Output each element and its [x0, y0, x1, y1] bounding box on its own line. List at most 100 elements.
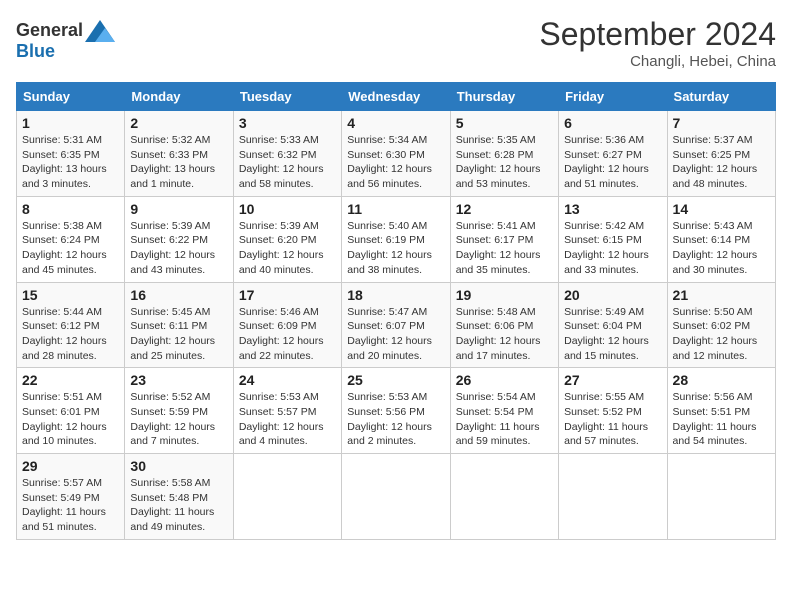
day-info: Sunrise: 5:48 AM Sunset: 6:06 PM Dayligh…	[456, 305, 553, 364]
day-number: 8	[22, 201, 119, 217]
day-info: Sunrise: 5:35 AM Sunset: 6:28 PM Dayligh…	[456, 133, 553, 192]
calendar-cell: 8 Sunrise: 5:38 AM Sunset: 6:24 PM Daylig…	[17, 196, 125, 282]
day-number: 14	[673, 201, 770, 217]
calendar-cell: 16 Sunrise: 5:45 AM Sunset: 6:11 PM Dayli…	[125, 282, 233, 368]
calendar-cell	[233, 454, 341, 540]
day-info: Sunrise: 5:52 AM Sunset: 5:59 PM Dayligh…	[130, 390, 227, 449]
day-number: 27	[564, 372, 661, 388]
day-info: Sunrise: 5:36 AM Sunset: 6:27 PM Dayligh…	[564, 133, 661, 192]
day-info: Sunrise: 5:58 AM Sunset: 5:48 PM Dayligh…	[130, 476, 227, 535]
day-info: Sunrise: 5:39 AM Sunset: 6:22 PM Dayligh…	[130, 219, 227, 278]
day-number: 29	[22, 458, 119, 474]
day-number: 21	[673, 287, 770, 303]
day-number: 18	[347, 287, 444, 303]
calendar-cell: 17 Sunrise: 5:46 AM Sunset: 6:09 PM Dayli…	[233, 282, 341, 368]
calendar-cell	[342, 454, 450, 540]
col-sunday: Sunday	[17, 83, 125, 111]
calendar-cell: 24Sunrise: 5:53 AM Sunset: 5:57 PM Dayli…	[233, 368, 341, 454]
day-number: 2	[130, 115, 227, 131]
day-info: Sunrise: 5:39 AM Sunset: 6:20 PM Dayligh…	[239, 219, 336, 278]
day-header-row: Sunday Monday Tuesday Wednesday Thursday…	[17, 83, 776, 111]
calendar-cell: 20 Sunrise: 5:49 AM Sunset: 6:04 PM Dayli…	[559, 282, 667, 368]
day-number: 28	[673, 372, 770, 388]
day-info: Sunrise: 5:50 AM Sunset: 6:02 PM Dayligh…	[673, 305, 770, 364]
day-number: 26	[456, 372, 553, 388]
calendar-cell: 23Sunrise: 5:52 AM Sunset: 5:59 PM Dayli…	[125, 368, 233, 454]
day-info: Sunrise: 5:31 AM Sunset: 6:35 PM Dayligh…	[22, 133, 119, 192]
day-number: 3	[239, 115, 336, 131]
calendar-cell: 18 Sunrise: 5:47 AM Sunset: 6:07 PM Dayli…	[342, 282, 450, 368]
calendar-cell: 19Sunrise: 5:48 AM Sunset: 6:06 PM Dayli…	[450, 282, 558, 368]
day-info: Sunrise: 5:43 AM Sunset: 6:14 PM Dayligh…	[673, 219, 770, 278]
day-info: Sunrise: 5:45 AM Sunset: 6:11 PM Dayligh…	[130, 305, 227, 364]
calendar-cell: 27Sunrise: 5:55 AM Sunset: 5:52 PM Dayli…	[559, 368, 667, 454]
calendar-cell: 6 Sunrise: 5:36 AM Sunset: 6:27 PM Daylig…	[559, 111, 667, 197]
col-thursday: Thursday	[450, 83, 558, 111]
calendar-cell: 25Sunrise: 5:53 AM Sunset: 5:56 PM Dayli…	[342, 368, 450, 454]
page-header: General Blue September 2024 Changli, Heb…	[16, 16, 776, 70]
calendar-cell: 9Sunrise: 5:39 AM Sunset: 6:22 PM Daylig…	[125, 196, 233, 282]
col-wednesday: Wednesday	[342, 83, 450, 111]
day-info: Sunrise: 5:44 AM Sunset: 6:12 PM Dayligh…	[22, 305, 119, 364]
title-area: September 2024 Changli, Hebei, China	[539, 16, 776, 70]
location-subtitle: Changli, Hebei, China	[539, 53, 776, 70]
day-number: 15	[22, 287, 119, 303]
day-number: 22	[22, 372, 119, 388]
logo-general: General	[16, 20, 83, 40]
calendar-table: Sunday Monday Tuesday Wednesday Thursday…	[16, 82, 776, 540]
calendar-cell: 7Sunrise: 5:37 AM Sunset: 6:25 PM Daylig…	[667, 111, 775, 197]
calendar-cell: 5 Sunrise: 5:35 AM Sunset: 6:28 PM Daylig…	[450, 111, 558, 197]
calendar-cell: 4 Sunrise: 5:34 AM Sunset: 6:30 PM Daylig…	[342, 111, 450, 197]
calendar-cell	[559, 454, 667, 540]
calendar-cell: 26 Sunrise: 5:54 AM Sunset: 5:54 PM Dayli…	[450, 368, 558, 454]
col-saturday: Saturday	[667, 83, 775, 111]
day-number: 17	[239, 287, 336, 303]
day-info: Sunrise: 5:41 AM Sunset: 6:17 PM Dayligh…	[456, 219, 553, 278]
day-info: Sunrise: 5:47 AM Sunset: 6:07 PM Dayligh…	[347, 305, 444, 364]
day-info: Sunrise: 5:57 AM Sunset: 5:49 PM Dayligh…	[22, 476, 119, 535]
day-number: 7	[673, 115, 770, 131]
calendar-cell: 3 Sunrise: 5:33 AM Sunset: 6:32 PM Daylig…	[233, 111, 341, 197]
day-info: Sunrise: 5:40 AM Sunset: 6:19 PM Dayligh…	[347, 219, 444, 278]
col-tuesday: Tuesday	[233, 83, 341, 111]
week-row-4: 22 Sunrise: 5:51 AM Sunset: 6:01 PM Dayli…	[17, 368, 776, 454]
day-number: 16	[130, 287, 227, 303]
day-info: Sunrise: 5:34 AM Sunset: 6:30 PM Dayligh…	[347, 133, 444, 192]
day-number: 12	[456, 201, 553, 217]
day-number: 10	[239, 201, 336, 217]
calendar-cell: 15 Sunrise: 5:44 AM Sunset: 6:12 PM Dayli…	[17, 282, 125, 368]
week-row-5: 29 Sunrise: 5:57 AM Sunset: 5:49 PM Dayli…	[17, 454, 776, 540]
day-number: 13	[564, 201, 661, 217]
day-info: Sunrise: 5:54 AM Sunset: 5:54 PM Dayligh…	[456, 390, 553, 449]
day-info: Sunrise: 5:38 AM Sunset: 6:24 PM Dayligh…	[22, 219, 119, 278]
calendar-cell: 14 Sunrise: 5:43 AM Sunset: 6:14 PM Dayli…	[667, 196, 775, 282]
calendar-cell: 10 Sunrise: 5:39 AM Sunset: 6:20 PM Dayli…	[233, 196, 341, 282]
day-number: 6	[564, 115, 661, 131]
day-number: 11	[347, 201, 444, 217]
day-info: Sunrise: 5:49 AM Sunset: 6:04 PM Dayligh…	[564, 305, 661, 364]
day-info: Sunrise: 5:53 AM Sunset: 5:57 PM Dayligh…	[239, 390, 336, 449]
calendar-cell: 1 Sunrise: 5:31 AM Sunset: 6:35 PM Daylig…	[17, 111, 125, 197]
calendar-cell: 2 Sunrise: 5:32 AM Sunset: 6:33 PM Daylig…	[125, 111, 233, 197]
calendar-cell	[450, 454, 558, 540]
calendar-cell: 21 Sunrise: 5:50 AM Sunset: 6:02 PM Dayli…	[667, 282, 775, 368]
day-number: 20	[564, 287, 661, 303]
calendar-cell: 28 Sunrise: 5:56 AM Sunset: 5:51 PM Dayli…	[667, 368, 775, 454]
day-number: 4	[347, 115, 444, 131]
week-row-2: 8 Sunrise: 5:38 AM Sunset: 6:24 PM Daylig…	[17, 196, 776, 282]
logo: General Blue	[16, 16, 117, 62]
logo-blue: Blue	[16, 41, 55, 61]
day-number: 30	[130, 458, 227, 474]
day-info: Sunrise: 5:56 AM Sunset: 5:51 PM Dayligh…	[673, 390, 770, 449]
day-number: 1	[22, 115, 119, 131]
day-info: Sunrise: 5:33 AM Sunset: 6:32 PM Dayligh…	[239, 133, 336, 192]
day-number: 5	[456, 115, 553, 131]
calendar-cell: 13 Sunrise: 5:42 AM Sunset: 6:15 PM Dayli…	[559, 196, 667, 282]
day-info: Sunrise: 5:42 AM Sunset: 6:15 PM Dayligh…	[564, 219, 661, 278]
day-info: Sunrise: 5:53 AM Sunset: 5:56 PM Dayligh…	[347, 390, 444, 449]
month-title: September 2024	[539, 16, 776, 53]
calendar-cell: 22 Sunrise: 5:51 AM Sunset: 6:01 PM Dayli…	[17, 368, 125, 454]
day-info: Sunrise: 5:46 AM Sunset: 6:09 PM Dayligh…	[239, 305, 336, 364]
day-info: Sunrise: 5:51 AM Sunset: 6:01 PM Dayligh…	[22, 390, 119, 449]
day-info: Sunrise: 5:32 AM Sunset: 6:33 PM Dayligh…	[130, 133, 227, 192]
